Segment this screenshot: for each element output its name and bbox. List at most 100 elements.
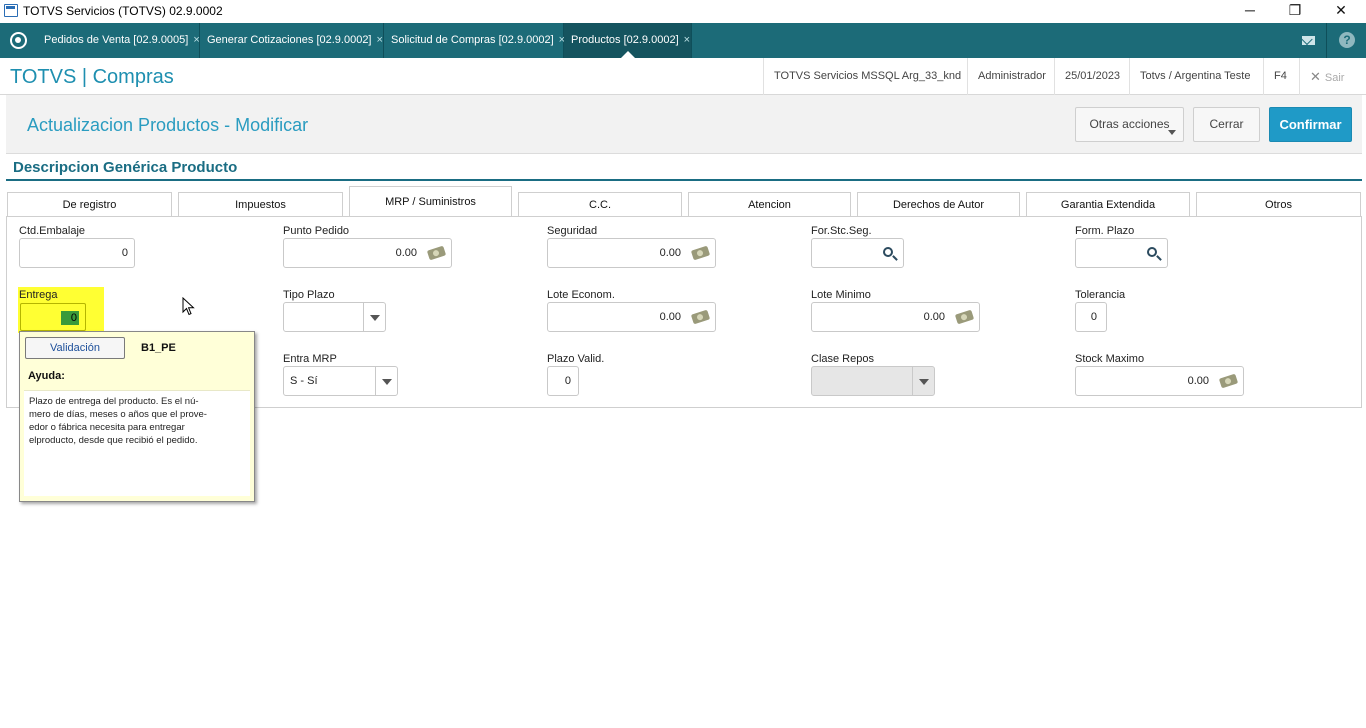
- other-actions-label: Otras acciones: [1089, 117, 1170, 131]
- tab-garantia-extendida[interactable]: Garantia Extendida: [1026, 192, 1190, 217]
- tab-productos[interactable]: Productos [02.9.0002] ×: [564, 23, 692, 58]
- calculator-money-icon[interactable]: [1218, 373, 1239, 389]
- calculator-money-icon[interactable]: [954, 309, 975, 325]
- calculator-money-icon[interactable]: [690, 245, 711, 261]
- tab-generar-cotizaciones[interactable]: Generar Cotizaciones [02.9.0002] ×: [200, 23, 384, 58]
- minimize-button[interactable]: ─: [1227, 2, 1273, 20]
- ctd-embalaje-input[interactable]: 0: [19, 238, 135, 268]
- entra-mrp-label: Entra MRP: [283, 353, 337, 365]
- module-tabbar: Pedidos de Venta [02.9.0005] × Generar Co…: [0, 23, 1366, 58]
- app-header: TOTVS | Compras TOTVS Servicios MSSQL Ar…: [0, 58, 1366, 95]
- tolerancia-input[interactable]: 0: [1075, 302, 1107, 332]
- section-divider: [6, 179, 1362, 181]
- section-title: Descripcion Genérica Producto: [13, 159, 238, 176]
- close-window-button[interactable]: ✕: [1318, 2, 1364, 20]
- tab-derechos-de-autor[interactable]: Derechos de Autor: [857, 192, 1020, 217]
- tab-atencion[interactable]: Atencion: [688, 192, 851, 217]
- lote-minimo-value: 0.00: [923, 311, 945, 323]
- tab-label: Generar Cotizaciones [02.9.0002]: [207, 34, 372, 46]
- plazo-valid-label: Plazo Valid.: [547, 353, 605, 365]
- stock-maximo-label: Stock Maximo: [1075, 353, 1145, 365]
- close-tab-icon[interactable]: ×: [684, 34, 690, 46]
- lote-econom-label: Lote Econom.: [547, 289, 615, 301]
- page-title: Actualizacion Productos - Modificar: [27, 115, 309, 135]
- clase-repos-select: [811, 366, 935, 396]
- punto-pedido-input[interactable]: 0.00: [283, 238, 452, 268]
- plazo-valid-input[interactable]: 0: [547, 366, 579, 396]
- seguridad-value: 0.00: [659, 247, 681, 259]
- company-label[interactable]: Totvs / Argentina Teste: [1129, 58, 1260, 95]
- confirm-button[interactable]: Confirmar: [1269, 107, 1352, 142]
- calculator-money-icon[interactable]: [690, 309, 711, 325]
- close-tab-icon[interactable]: ×: [193, 34, 199, 46]
- clase-repos-label: Clase Repos: [811, 353, 874, 365]
- page-header: Actualizacion Productos - Modificar Otra…: [6, 95, 1362, 154]
- tab-de-registro[interactable]: De registro: [7, 192, 172, 217]
- lote-econom-value: 0.00: [659, 311, 681, 323]
- entra-mrp-value: S - Sí: [290, 375, 318, 387]
- entrega-value: 0: [61, 311, 79, 325]
- seguridad-input[interactable]: 0.00: [547, 238, 716, 268]
- date-label[interactable]: 25/01/2023: [1054, 58, 1130, 95]
- app-window-icon: [4, 4, 18, 17]
- tab-solicitud-de-compras[interactable]: Solicitud de Compras [02.9.0002] ×: [384, 23, 565, 58]
- punto-pedido-value: 0.00: [395, 247, 417, 259]
- close-tab-icon[interactable]: ×: [377, 34, 383, 46]
- for-stc-seg-input[interactable]: [811, 238, 904, 268]
- window-title: TOTVS Servicios (TOTVS) 02.9.0002: [23, 4, 223, 18]
- tab-pedidos-de-venta[interactable]: Pedidos de Venta [02.9.0005] ×: [37, 23, 200, 58]
- lote-minimo-label: Lote Minimo: [811, 289, 871, 301]
- window-titlebar: TOTVS Servicios (TOTVS) 02.9.0002 ─ ❐ ✕: [0, 0, 1366, 23]
- stock-maximo-input[interactable]: 0.00: [1075, 366, 1244, 396]
- ctd-embalaje-label: Ctd.Embalaje: [19, 225, 86, 237]
- punto-pedido-label: Punto Pedido: [283, 225, 350, 237]
- validation-button[interactable]: Validación: [25, 337, 125, 359]
- chevron-down-icon[interactable]: [363, 303, 385, 331]
- environment-label[interactable]: TOTVS Servicios MSSQL Arg_33_knd: [763, 58, 971, 95]
- tab-label: Solicitud de Compras [02.9.0002]: [391, 34, 554, 46]
- help-text: Plazo de entrega del producto. Es el nú-…: [24, 390, 250, 496]
- tipo-plazo-label: Tipo Plazo: [283, 289, 335, 301]
- help-title: Ayuda:: [28, 370, 65, 382]
- search-icon[interactable]: [883, 247, 893, 257]
- totvs-logo-icon[interactable]: [10, 32, 27, 49]
- form-plazo-input[interactable]: [1075, 238, 1168, 268]
- mouse-cursor-icon: [182, 297, 195, 316]
- exit-label: Sair: [1324, 72, 1345, 84]
- help-icon[interactable]: ?: [1339, 32, 1355, 48]
- close-button[interactable]: Cerrar: [1193, 107, 1260, 142]
- field-code: B1_PE: [141, 342, 176, 354]
- lote-minimo-input[interactable]: 0.00: [811, 302, 980, 332]
- shortcut-f4[interactable]: F4: [1263, 58, 1297, 95]
- tab-otros[interactable]: Otros: [1196, 192, 1361, 217]
- user-label[interactable]: Administrador: [967, 58, 1056, 95]
- tab-label: Pedidos de Venta [02.9.0005]: [44, 34, 189, 46]
- tab-mrp-suministros[interactable]: MRP / Suministros: [349, 186, 512, 217]
- entrega-label: Entrega: [19, 289, 58, 301]
- form-plazo-label: Form. Plazo: [1075, 225, 1135, 237]
- exit-button[interactable]: ✕ Sair: [1299, 58, 1354, 95]
- stock-maximo-value: 0.00: [1187, 375, 1209, 387]
- lote-econom-input[interactable]: 0.00: [547, 302, 716, 332]
- search-icon[interactable]: [1147, 247, 1157, 257]
- seguridad-label: Seguridad: [547, 225, 598, 237]
- tolerancia-label: Tolerancia: [1075, 289, 1126, 301]
- tipo-plazo-select[interactable]: [283, 302, 386, 332]
- entrega-input[interactable]: 0: [20, 303, 86, 331]
- tabbar-divider: [1326, 23, 1327, 58]
- tab-impuestos[interactable]: Impuestos: [178, 192, 343, 217]
- restore-button[interactable]: ❐: [1272, 2, 1318, 20]
- chevron-down-icon[interactable]: [375, 367, 397, 395]
- exit-icon: ✕: [1310, 69, 1321, 84]
- tab-cc[interactable]: C.C.: [518, 192, 682, 217]
- mail-icon[interactable]: [1302, 36, 1315, 45]
- chevron-down-icon: [912, 367, 934, 395]
- entra-mrp-select[interactable]: S - Sí: [283, 366, 398, 396]
- other-actions-button[interactable]: Otras acciones: [1075, 107, 1184, 142]
- field-help-tooltip: Validación B1_PE Ayuda: Plazo de entrega…: [19, 331, 255, 502]
- for-stc-seg-label: For.Stc.Seg.: [811, 225, 872, 237]
- app-title: TOTVS | Compras: [10, 66, 174, 88]
- tab-label: Productos [02.9.0002]: [571, 34, 679, 46]
- calculator-money-icon[interactable]: [426, 245, 447, 261]
- chevron-down-icon: [1168, 130, 1176, 135]
